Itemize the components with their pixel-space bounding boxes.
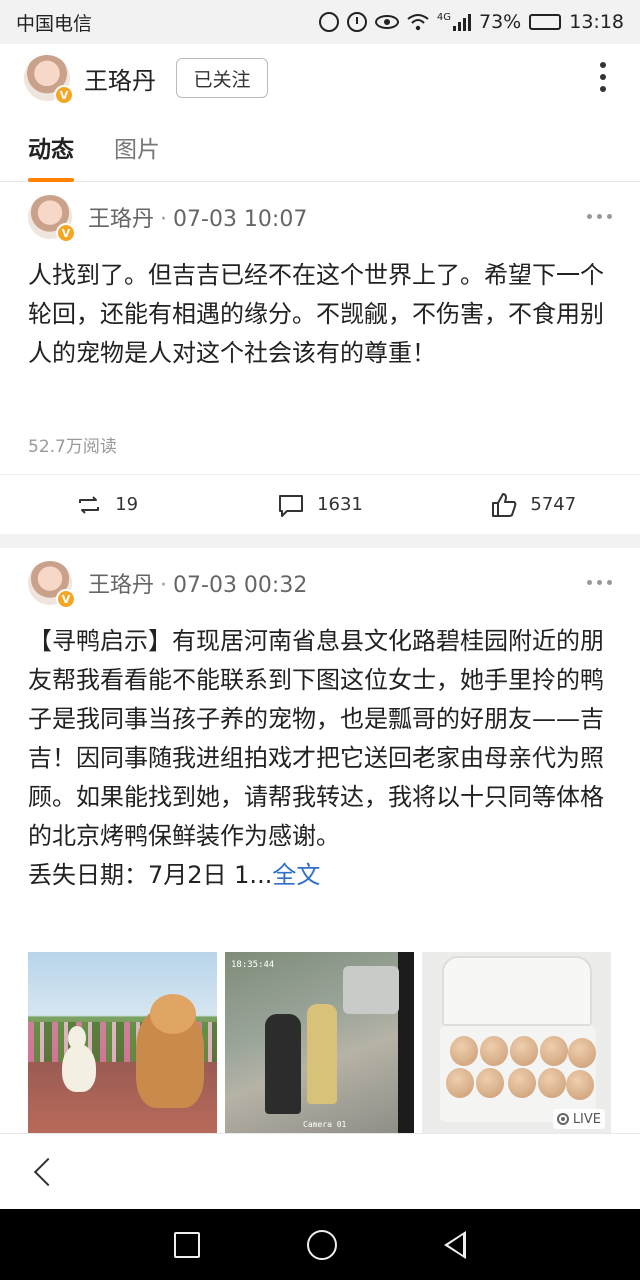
feed-post[interactable]: V 王珞丹 · 07-03 00:32 【寻鸭启示】有现居河南省息县文化路碧桂园附近…: [0, 548, 640, 1133]
cctv-photo[interactable]: 18:35:44 Camera 01: [225, 952, 414, 1133]
eggs-photo[interactable]: LIVE: [422, 952, 611, 1133]
post-time: 07-03 00:32: [173, 573, 308, 598]
comment-button[interactable]: 1631: [213, 475, 426, 534]
network-type: 4G: [436, 11, 451, 23]
battery-icon: [529, 14, 562, 30]
post-header: V 王珞丹 · 07-03 00:32: [28, 560, 616, 609]
battery-percent: 73%: [479, 11, 522, 33]
back-triangle-icon[interactable]: [444, 1230, 467, 1259]
like-button[interactable]: 5747: [427, 475, 640, 534]
status-icons: 4G 73% 13:18: [318, 11, 624, 33]
repost-icon: [79, 495, 100, 514]
profile-header: V 王珞丹 已关注: [0, 44, 640, 112]
post-text[interactable]: 【寻鸭启示】有现居河南省息县文化路碧桂园附近的朋友帮我看看能不能联系到下图这位女…: [28, 622, 610, 895]
avatar[interactable]: V: [24, 55, 74, 105]
verified-badge-icon: V: [56, 589, 76, 609]
tab-photos[interactable]: 图片: [114, 112, 160, 182]
post-text[interactable]: 人找到了。但吉吉已经不在这个世界上了。希望下一个轮回，还能有相遇的缘分。不觊觎，…: [28, 256, 610, 373]
profile-name: 王珞丹: [84, 66, 156, 95]
carrier-label: 中国电信: [16, 12, 93, 35]
comment-icon: [279, 494, 304, 517]
feed-post[interactable]: V 王珞丹 · 07-03 10:07 人找到了。但吉吉已经不在这个世界上了。希望下…: [0, 182, 640, 534]
repost-count: 19: [115, 494, 139, 515]
follow-button[interactable]: 已关注: [176, 58, 268, 98]
live-icon: [556, 1113, 569, 1125]
full-text-link[interactable]: 全文: [272, 861, 320, 889]
post-author[interactable]: 王珞丹: [88, 207, 154, 232]
post-text-tail: 丢失日期：7月2日 1...: [28, 861, 273, 889]
clock: 13:18: [569, 11, 624, 33]
back-arrow-icon[interactable]: [33, 1157, 63, 1186]
read-count: 52.7万阅读: [28, 437, 117, 457]
wifi-icon: [407, 14, 429, 31]
recent-apps-icon[interactable]: [173, 1231, 200, 1258]
app-bottom-bar: [0, 1133, 640, 1209]
verified-badge-icon: V: [54, 85, 74, 105]
post-body: 【寻鸭启示】有现居河南省息县文化路碧桂园附近的朋友帮我看看能不能联系到下图这位女…: [28, 627, 604, 850]
post-header: V 王珞丹 · 07-03 10:07: [28, 194, 616, 243]
eye-comfort-icon: [374, 15, 399, 29]
cctv-camera-label: Camera 01: [303, 1120, 347, 1129]
post-meta: 王珞丹 · 07-03 00:32: [88, 573, 308, 598]
avatar[interactable]: V: [28, 195, 76, 243]
system-navigation-bar: [0, 1209, 640, 1280]
status-bar: 中国电信 4G 73% 13:18: [0, 0, 640, 44]
post-author[interactable]: 王珞丹: [88, 573, 154, 598]
comment-count: 1631: [317, 494, 363, 515]
tab-posts[interactable]: 动态: [28, 112, 74, 182]
thumbs-up-icon: [492, 492, 517, 517]
post-more-icon[interactable]: [587, 214, 612, 219]
verified-badge-icon: V: [56, 223, 76, 243]
post-images: 18:35:44 Camera 01 LIVE: [28, 952, 611, 1133]
profile-tabs: 动态 图片: [0, 112, 640, 182]
post-more-icon[interactable]: [587, 580, 612, 585]
post-time: 07-03 10:07: [173, 207, 308, 232]
signal-icon: [453, 13, 471, 31]
repost-button[interactable]: 19: [0, 475, 213, 534]
alarm-icon: [346, 12, 367, 32]
home-icon[interactable]: [306, 1229, 337, 1260]
nfc-icon: [318, 12, 339, 32]
post-separator: [0, 534, 640, 548]
post-actions: 19 1631 5747: [0, 474, 640, 534]
live-photo-badge: LIVE: [552, 1109, 605, 1129]
post-meta: 王珞丹 · 07-03 10:07: [88, 207, 308, 232]
cctv-timestamp: 18:35:44: [231, 960, 275, 970]
like-count: 5747: [530, 494, 577, 515]
live-label: LIVE: [572, 1111, 601, 1127]
more-options-icon[interactable]: [600, 62, 606, 92]
duck-dog-photo[interactable]: [28, 952, 217, 1133]
avatar[interactable]: V: [28, 561, 76, 609]
